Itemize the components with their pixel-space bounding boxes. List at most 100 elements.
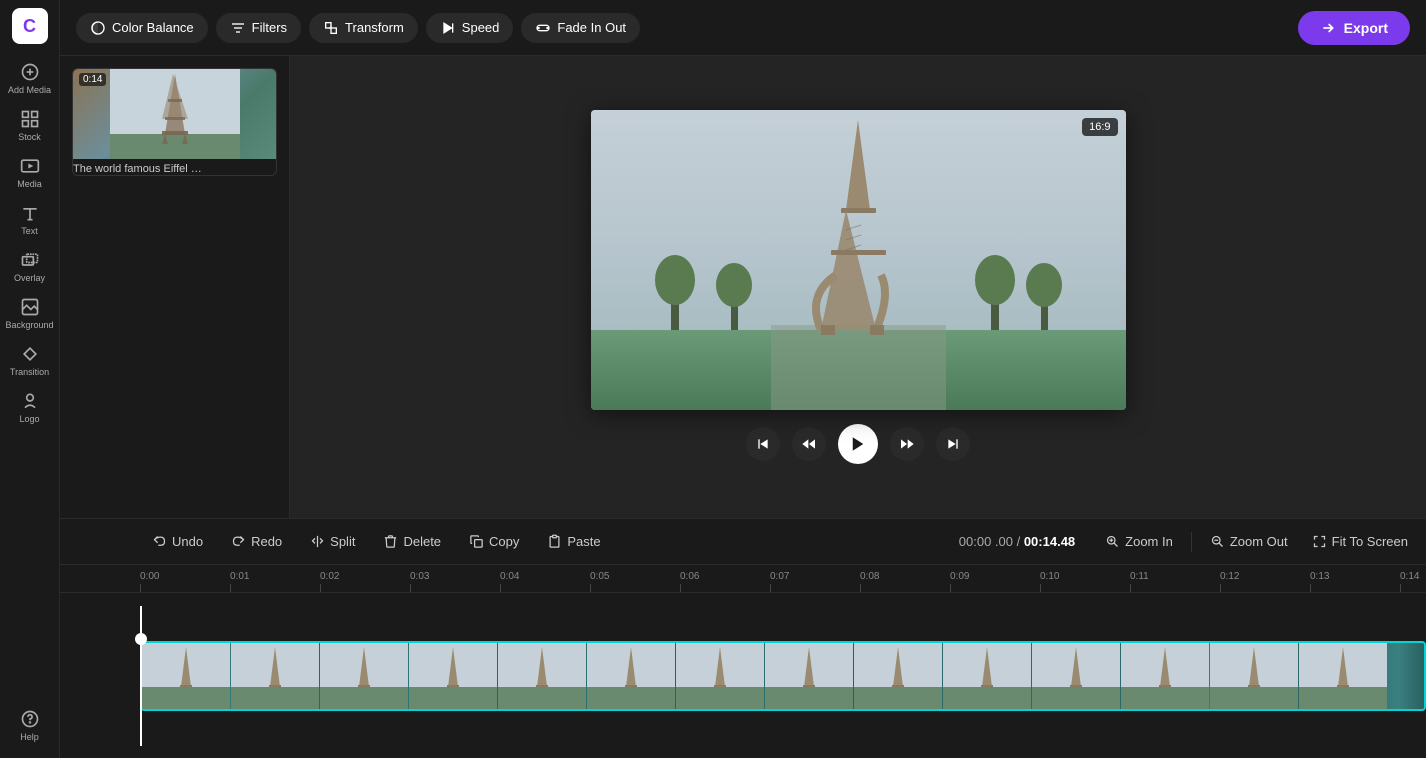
- ruler-mark-7: 0:07: [770, 571, 789, 592]
- overlay-icon: [20, 250, 40, 270]
- sidebar-item-label: Logo: [19, 414, 39, 424]
- fast-forward-button[interactable]: [890, 427, 924, 461]
- current-time: 00:00 .00 /: [959, 534, 1024, 549]
- color-icon: [90, 20, 106, 36]
- play-pause-button[interactable]: [838, 424, 878, 464]
- delete-icon: [383, 534, 398, 549]
- split-button[interactable]: Split: [298, 528, 367, 555]
- speed-label: Speed: [462, 20, 500, 35]
- undo-button[interactable]: Undo: [140, 528, 215, 555]
- skip-to-end-button[interactable]: [936, 427, 970, 461]
- sidebar-item-stock[interactable]: Stock: [4, 103, 56, 148]
- skip-start-icon: [755, 436, 771, 452]
- preview-area: 16:9: [290, 56, 1426, 518]
- video-frame: [1210, 643, 1298, 709]
- stock-icon: [20, 109, 40, 129]
- sidebar-item-overlay[interactable]: Overlay: [4, 244, 56, 289]
- sidebar-item-label: Overlay: [14, 273, 45, 283]
- ruler-mark-5: 0:05: [590, 571, 609, 592]
- video-frame: [765, 643, 853, 709]
- fast-forward-icon: [899, 436, 915, 452]
- playhead[interactable]: [140, 606, 142, 746]
- transform-button[interactable]: Transform: [309, 13, 418, 43]
- ruler-mark-4: 0:04: [500, 571, 519, 592]
- sidebar-item-text[interactable]: Text: [4, 197, 56, 242]
- sidebar-item-label: Stock: [18, 132, 41, 142]
- fade-in-out-button[interactable]: Fade In Out: [521, 13, 640, 43]
- sidebar-item-transition[interactable]: Transition: [4, 338, 56, 383]
- ruler-mark-13: 0:13: [1310, 571, 1329, 592]
- zoom-in-button[interactable]: Zoom In: [1095, 528, 1183, 555]
- playback-controls: [746, 424, 970, 464]
- aspect-ratio-badge: 16:9: [1082, 118, 1117, 136]
- video-frame: [231, 643, 319, 709]
- track-content: [140, 636, 1426, 716]
- transform-label: Transform: [345, 20, 404, 35]
- video-frame: [1032, 643, 1120, 709]
- skip-end-icon: [945, 436, 961, 452]
- transition-icon: [20, 344, 40, 364]
- fit-to-screen-button[interactable]: Fit To Screen: [1302, 528, 1418, 555]
- video-frame: [943, 643, 1031, 709]
- video-frame: [587, 643, 675, 709]
- sidebar-item-background[interactable]: Background: [4, 291, 56, 336]
- zoom-out-button[interactable]: Zoom Out: [1200, 528, 1298, 555]
- background-icon: [20, 297, 40, 317]
- redo-icon: [231, 534, 246, 549]
- undo-label: Undo: [172, 534, 203, 549]
- play-icon: [849, 435, 867, 453]
- ruler-mark-11: 0:11: [1130, 571, 1149, 592]
- filters-button[interactable]: Filters: [216, 13, 301, 43]
- sidebar-item-label: Text: [21, 226, 38, 236]
- transform-icon: [323, 20, 339, 36]
- media-thumbnail[interactable]: 0:14 The world famous Eiffel …: [72, 68, 277, 176]
- sidebar-item-add-media[interactable]: Add Media: [4, 56, 56, 101]
- zoom-in-icon: [1105, 534, 1120, 549]
- topbar-tools: Color Balance Filters Transform: [76, 13, 640, 43]
- paste-button[interactable]: Paste: [535, 528, 612, 555]
- sidebar-item-label: Background: [5, 320, 53, 330]
- ruler-mark-8: 0:08: [860, 571, 879, 592]
- media-panel: 0:14 The world famous Eiffel …: [60, 56, 290, 518]
- preview-canvas: 16:9: [591, 110, 1126, 410]
- sidebar-item-label: Media: [17, 179, 42, 189]
- skip-to-start-button[interactable]: [746, 427, 780, 461]
- ruler-marks: 0:00 0:01 0:02 0:03: [140, 565, 1426, 592]
- sidebar-item-media[interactable]: Media: [4, 150, 56, 195]
- split-icon: [310, 534, 325, 549]
- fit-screen-icon: [1312, 534, 1327, 549]
- total-time: 00:14.48: [1024, 534, 1075, 549]
- video-frame: [409, 643, 497, 709]
- playhead-handle[interactable]: [135, 633, 147, 645]
- color-balance-label: Color Balance: [112, 20, 194, 35]
- time-display: 00:00 .00 / 00:14.48: [943, 534, 1091, 549]
- media-filename: The world famous Eiffel …: [73, 163, 276, 175]
- track-area: [60, 593, 1426, 758]
- speed-button[interactable]: Speed: [426, 13, 514, 43]
- app-logo[interactable]: C: [12, 8, 48, 44]
- redo-button[interactable]: Redo: [219, 528, 294, 555]
- redo-label: Redo: [251, 534, 282, 549]
- rewind-button[interactable]: [792, 427, 826, 461]
- logo-icon: [20, 391, 40, 411]
- delete-button[interactable]: Delete: [371, 528, 453, 555]
- ruler-mark-14: 0:14: [1400, 571, 1419, 592]
- video-frame: [854, 643, 942, 709]
- video-frame: [320, 643, 408, 709]
- export-button[interactable]: Export: [1298, 11, 1410, 45]
- ruler-mark-12: 0:12: [1220, 571, 1239, 592]
- ruler-mark-9: 0:09: [950, 571, 969, 592]
- preview-video: [591, 110, 1126, 410]
- sidebar-item-help[interactable]: Help: [4, 703, 56, 748]
- text-icon: [20, 203, 40, 223]
- copy-button[interactable]: Copy: [457, 528, 531, 555]
- sidebar-item-logo[interactable]: Logo: [4, 385, 56, 430]
- copy-icon: [469, 534, 484, 549]
- speed-icon: [440, 20, 456, 36]
- eiffel-preview-svg: [110, 69, 240, 159]
- copy-label: Copy: [489, 534, 519, 549]
- video-track[interactable]: [140, 641, 1426, 711]
- color-balance-button[interactable]: Color Balance: [76, 13, 208, 43]
- timeline-toolbar: Undo Redo Split: [60, 519, 1426, 565]
- export-label: Export: [1344, 20, 1388, 36]
